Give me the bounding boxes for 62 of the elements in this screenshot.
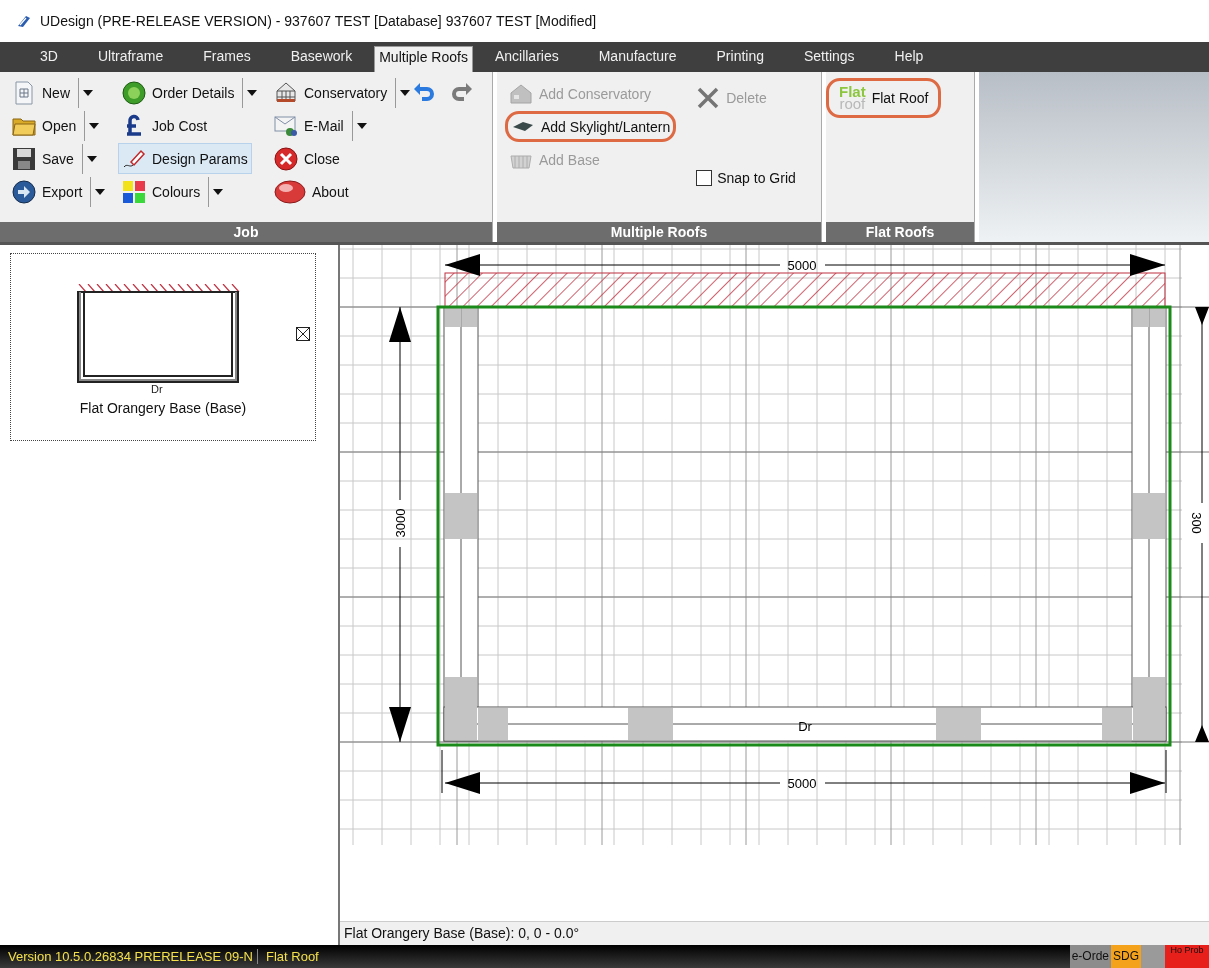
colours-icon bbox=[122, 179, 146, 204]
ribbon-button[interactable]: Job Cost bbox=[118, 110, 212, 141]
ribbon-tab[interactable]: Multiple Roofs bbox=[374, 46, 473, 72]
ribbon-button[interactable]: Design Params bbox=[118, 143, 252, 174]
status-indicator: Ho Prob bbox=[1165, 945, 1209, 968]
ribbon-tab[interactable]: 3D bbox=[32, 46, 66, 72]
delete-icon bbox=[696, 85, 721, 110]
ribbon-button[interactable]: Save bbox=[8, 143, 78, 174]
ribbon-tab[interactable]: Frames bbox=[195, 46, 259, 72]
ribbon-button[interactable]: Order Details bbox=[118, 77, 239, 108]
checkbox-cross-icon bbox=[296, 327, 310, 341]
dimension-label: 300 bbox=[1189, 512, 1204, 534]
ribbon-button[interactable]: E-Mail bbox=[270, 110, 348, 141]
caret-icon[interactable] bbox=[86, 155, 97, 162]
ribbon-button[interactable]: Add Skylight/Lantern bbox=[505, 111, 677, 142]
group-label: Multiple Roofs bbox=[497, 222, 821, 242]
caret-icon[interactable] bbox=[247, 89, 258, 96]
export-icon bbox=[12, 179, 36, 204]
about-icon bbox=[274, 179, 306, 204]
caret-icon[interactable] bbox=[95, 188, 106, 195]
caret-icon[interactable] bbox=[400, 89, 411, 96]
ribbon-tab[interactable]: Help bbox=[886, 46, 932, 72]
ribbon-tab[interactable]: Manufacture bbox=[590, 46, 685, 72]
group-label: Flat Roofs bbox=[826, 222, 974, 242]
dimension-label: 5000 bbox=[787, 776, 817, 791]
ribbon-tab[interactable]: Basework bbox=[282, 46, 361, 72]
status-indicator bbox=[1141, 945, 1165, 968]
info-icon bbox=[122, 80, 146, 105]
ribbon-tab[interactable]: Ancillaries bbox=[486, 46, 567, 72]
thumbnail-caption: Flat Orangery Base (Base) bbox=[79, 400, 247, 416]
window-title: UDesign (PRE-RELEASE VERSION) - 937607 TEST [Database] 937607 TEST [Modified] bbox=[40, 13, 597, 29]
ribbon-tab[interactable]: Ultraframe bbox=[89, 46, 172, 72]
close-icon bbox=[274, 146, 298, 171]
caret-icon[interactable] bbox=[213, 188, 224, 195]
caret-icon[interactable] bbox=[89, 122, 100, 129]
conservatory-icon bbox=[274, 80, 298, 105]
group-label: Job bbox=[0, 222, 492, 242]
app-logo-icon bbox=[16, 13, 32, 29]
door-label: Dr bbox=[150, 384, 164, 395]
ribbon-button[interactable]: Open bbox=[8, 110, 81, 141]
dimension-label: 5000 bbox=[787, 258, 817, 273]
document-icon bbox=[12, 80, 36, 105]
ribbon-button[interactable]: New bbox=[8, 77, 74, 108]
thumbnail-card[interactable]: Dr Flat Orangery Base (Base) bbox=[10, 253, 316, 441]
caret-icon[interactable] bbox=[83, 89, 93, 96]
ribbon-button[interactable]: Conservatory bbox=[270, 77, 392, 108]
version-label: Version 10.5.0.26834 PRERELEASE 09-N bbox=[0, 949, 258, 964]
dimension-label: 3000 bbox=[393, 508, 408, 538]
ribbon-button[interactable]: Close bbox=[270, 143, 344, 174]
ribbon-button[interactable]: Colours bbox=[118, 176, 205, 207]
ribbon-tab[interactable]: Settings bbox=[796, 46, 863, 72]
door-label: Dr bbox=[798, 719, 812, 734]
mode-label: Flat Roof bbox=[265, 949, 320, 964]
caret-icon[interactable] bbox=[356, 122, 367, 129]
ribbon-button[interactable]: Export bbox=[8, 176, 87, 207]
snap-to-grid-checkbox[interactable]: Snap to Grid bbox=[692, 170, 796, 186]
ribbon-tab[interactable]: Printing bbox=[708, 46, 772, 72]
email-icon bbox=[274, 113, 298, 138]
position-readout: Flat Orangery Base (Base): 0, 0 - 0.0° bbox=[340, 921, 1209, 945]
status-indicator: SDG bbox=[1111, 945, 1141, 968]
ribbon-button[interactable]: About bbox=[270, 176, 353, 207]
status-indicator: e-Orde bbox=[1069, 945, 1111, 968]
